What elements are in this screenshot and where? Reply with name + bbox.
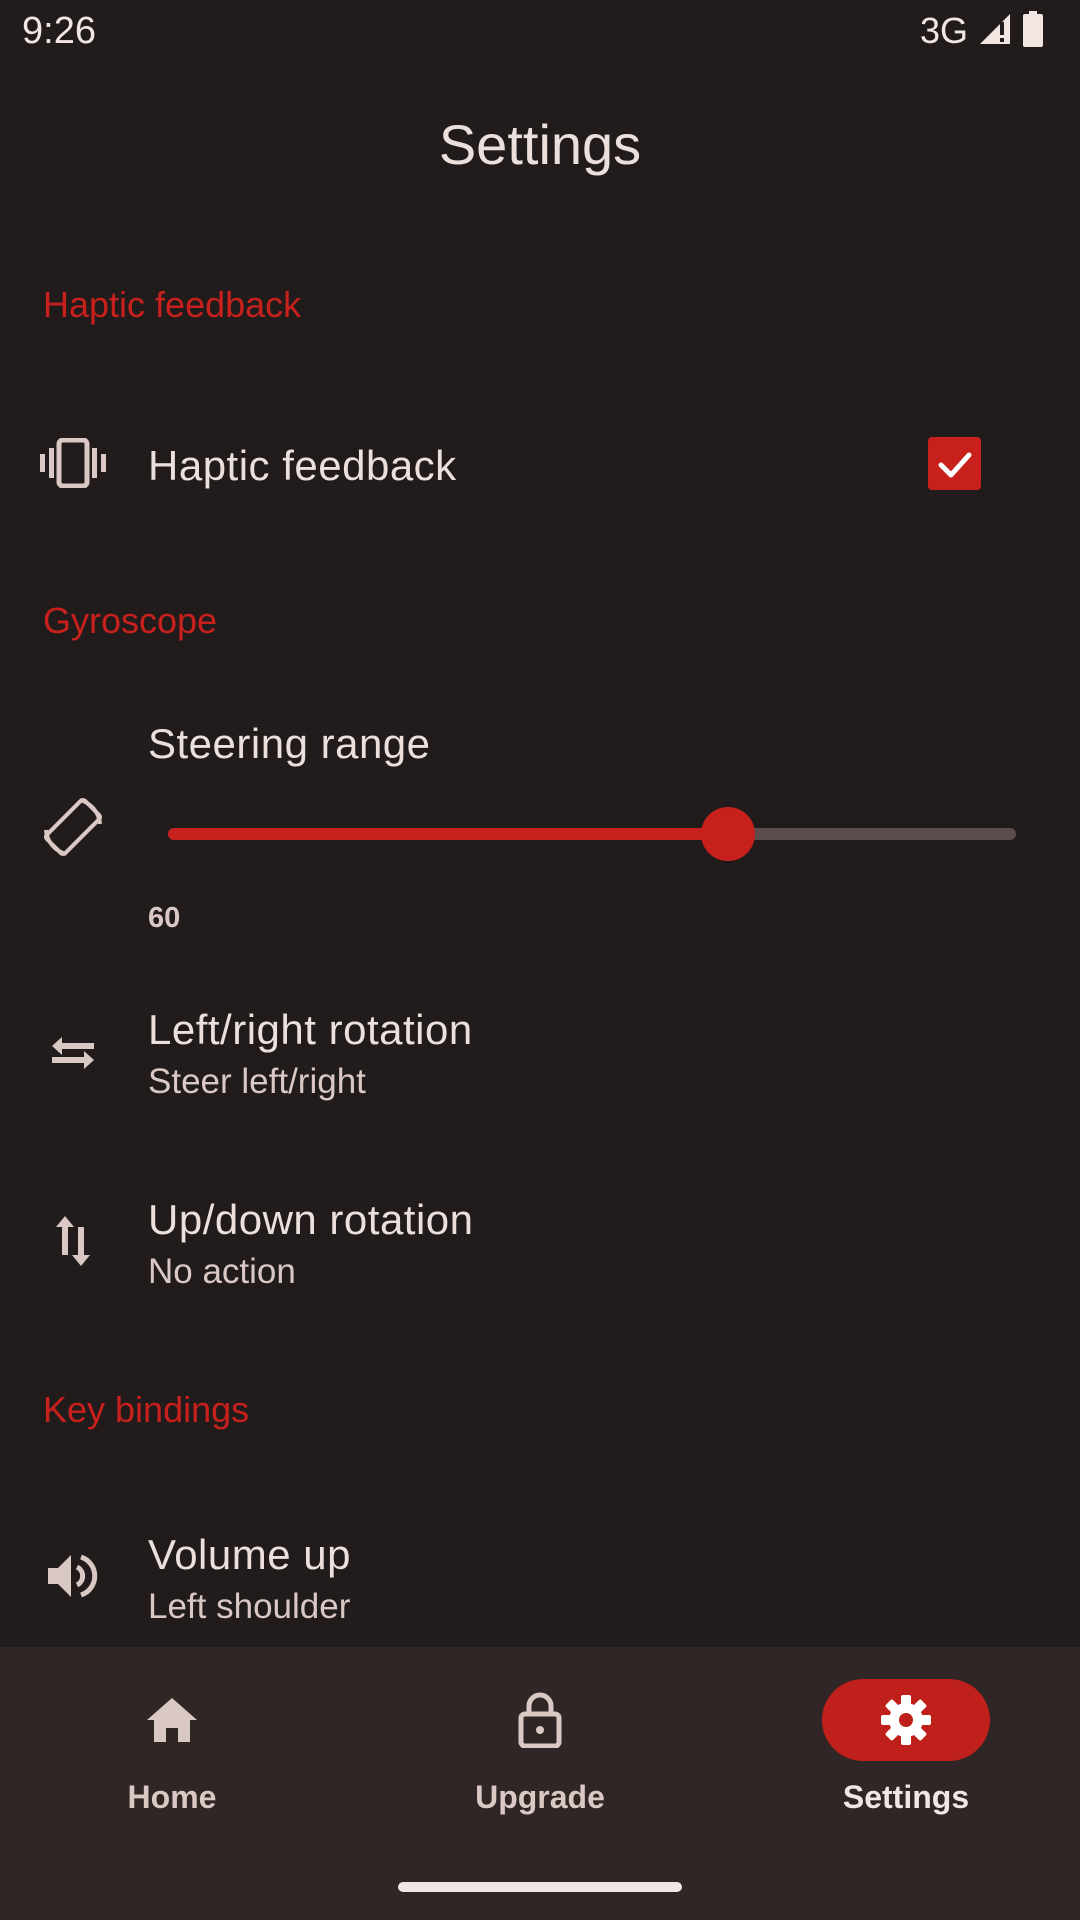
steering-range-title: Steering range — [148, 720, 431, 767]
gesture-bar — [398, 1882, 682, 1892]
haptic-feedback-row[interactable]: Haptic feedback — [0, 420, 1080, 510]
settings-screen: 9:26 3G Settings Haptic feedback Haptic … — [0, 0, 1080, 1920]
home-icon — [147, 1698, 197, 1742]
network-type: 3G — [919, 10, 968, 51]
nav-item-settings[interactable]: Settings — [776, 1647, 1036, 1847]
nav-label-settings: Settings — [842, 1779, 970, 1815]
nav-pill-home — [88, 1679, 256, 1761]
slider-thumb[interactable] — [700, 807, 755, 861]
up-down-rotation-title: Up/down rotation — [148, 1196, 474, 1243]
status-bar: 9:26 3G — [0, 0, 1080, 64]
left-right-rotation-subtitle: Steer left/right — [148, 1062, 366, 1101]
up-down-rotation-subtitle: No action — [148, 1252, 296, 1291]
check-icon — [938, 452, 971, 477]
nav-pill-settings — [822, 1679, 990, 1761]
gear-icon — [881, 1695, 931, 1745]
up-down-rotation-row[interactable]: Up/down rotation No action — [0, 1190, 1080, 1310]
volume-up-row[interactable]: Volume up Left shoulder — [0, 1525, 1080, 1645]
vibration-icon — [40, 430, 106, 496]
swap-vertical-icon — [40, 1208, 106, 1274]
nav-item-upgrade[interactable]: Upgrade — [410, 1647, 670, 1847]
section-header-gyroscope: Gyroscope — [43, 600, 218, 641]
left-right-rotation-title: Left/right rotation — [148, 1006, 473, 1053]
volume-up-subtitle: Left shoulder — [148, 1587, 351, 1626]
bottom-navigation: Home Upgrade Settings — [0, 1647, 1080, 1920]
steering-range-value: 60 — [148, 902, 181, 934]
volume-up-icon — [40, 1543, 106, 1609]
nav-item-home[interactable]: Home — [42, 1647, 302, 1847]
status-icons: 3G — [920, 10, 1044, 52]
nav-label-home: Home — [127, 1779, 217, 1815]
battery-icon — [1022, 10, 1044, 52]
haptic-feedback-title: Haptic feedback — [148, 442, 457, 489]
volume-up-title: Volume up — [148, 1531, 351, 1578]
slider-track-active — [168, 828, 728, 840]
status-time: 9:26 — [22, 10, 96, 52]
section-header-haptic: Haptic feedback — [43, 284, 302, 325]
left-right-rotation-row[interactable]: Left/right rotation Steer left/right — [0, 1000, 1080, 1120]
signal-icon — [978, 12, 1012, 51]
swap-horizontal-icon — [40, 1020, 106, 1086]
lock-icon — [518, 1692, 562, 1748]
steering-range-slider[interactable] — [168, 807, 1016, 861]
nav-label-upgrade: Upgrade — [475, 1779, 605, 1815]
nav-pill-upgrade — [456, 1679, 624, 1761]
page-title: Settings — [438, 113, 642, 176]
screen-rotation-icon — [40, 794, 106, 860]
haptic-feedback-checkbox[interactable] — [928, 437, 981, 490]
section-header-key-bindings: Key bindings — [43, 1389, 250, 1430]
